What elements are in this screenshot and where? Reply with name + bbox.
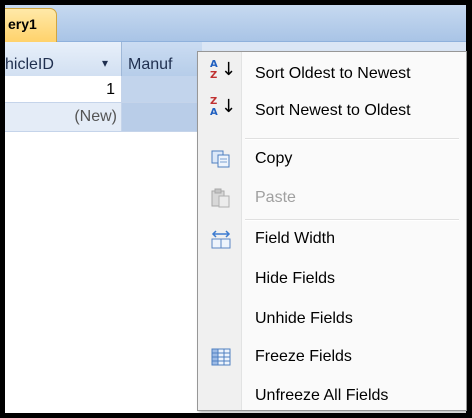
menu-item-label: Hide Fields (255, 270, 336, 287)
menu-item-field-width[interactable]: Field Width (200, 223, 464, 255)
menu-item-sort-newest-to-oldest[interactable]: Z A ↓ Sort Newest to Oldest (200, 95, 464, 127)
cell-vehicleid[interactable]: 1 (5, 76, 122, 102)
query-tab[interactable]: ery1 (5, 8, 57, 42)
column-header-label: hicleID (5, 56, 54, 73)
field-width-icon (210, 229, 232, 249)
menu-item-label: Freeze Fields (255, 348, 352, 365)
sort-ascending-icon: A Z ↓ (210, 59, 237, 81)
menu-item-label: Unfreeze All Fields (255, 387, 389, 404)
menu-item-unfreeze-all-fields[interactable]: Unfreeze All Fields (200, 380, 464, 412)
column-header-vehicleid[interactable]: hicleID ▾ (5, 42, 122, 76)
menu-item-label: Paste (255, 189, 296, 206)
menu-item-label: Copy (255, 150, 293, 167)
menu-item-hide-fields[interactable]: Hide Fields (200, 263, 464, 295)
menu-item-copy[interactable]: Copy (200, 143, 464, 175)
menu-item-sort-oldest-to-newest[interactable]: A Z ↓ Sort Oldest to Newest (200, 58, 464, 90)
menu-item-freeze-fields[interactable]: Freeze Fields (200, 341, 464, 373)
menu-separator (245, 219, 459, 221)
sort-descending-icon: Z A ↓ (210, 96, 237, 118)
column-header-label: Manuf (128, 56, 173, 73)
cell-value: (New) (74, 108, 117, 125)
cell-value: 1 (106, 81, 115, 98)
cell-manufacturer[interactable] (122, 76, 202, 102)
menu-item-label: Unhide Fields (255, 310, 353, 327)
freeze-fields-icon (210, 347, 232, 367)
document-tab-strip: ery1 (5, 5, 466, 42)
menu-item-paste[interactable]: Paste (200, 182, 464, 214)
cell-vehicleid[interactable]: (New) (5, 103, 122, 131)
query-tab-label: ery1 (8, 16, 37, 32)
menu-item-label: Field Width (255, 230, 336, 247)
copy-icon (210, 149, 232, 169)
menu-separator (245, 138, 459, 140)
new-record-row[interactable]: (New) (5, 103, 202, 132)
cell-manufacturer[interactable] (122, 103, 202, 131)
paste-icon (210, 188, 232, 208)
menu-item-label: Sort Oldest to Newest (255, 65, 411, 82)
menu-item-label: Sort Newest to Oldest (255, 102, 411, 119)
context-menu: A Z ↓ Sort Oldest to Newest Z A ↓ Sort Newes… (197, 51, 467, 411)
table-row[interactable]: 1 (5, 76, 202, 103)
column-filter-arrow-icon[interactable]: ▾ (102, 56, 108, 70)
menu-item-unhide-fields[interactable]: Unhide Fields (200, 303, 464, 335)
column-header-manufacturer[interactable]: Manuf (122, 42, 202, 76)
